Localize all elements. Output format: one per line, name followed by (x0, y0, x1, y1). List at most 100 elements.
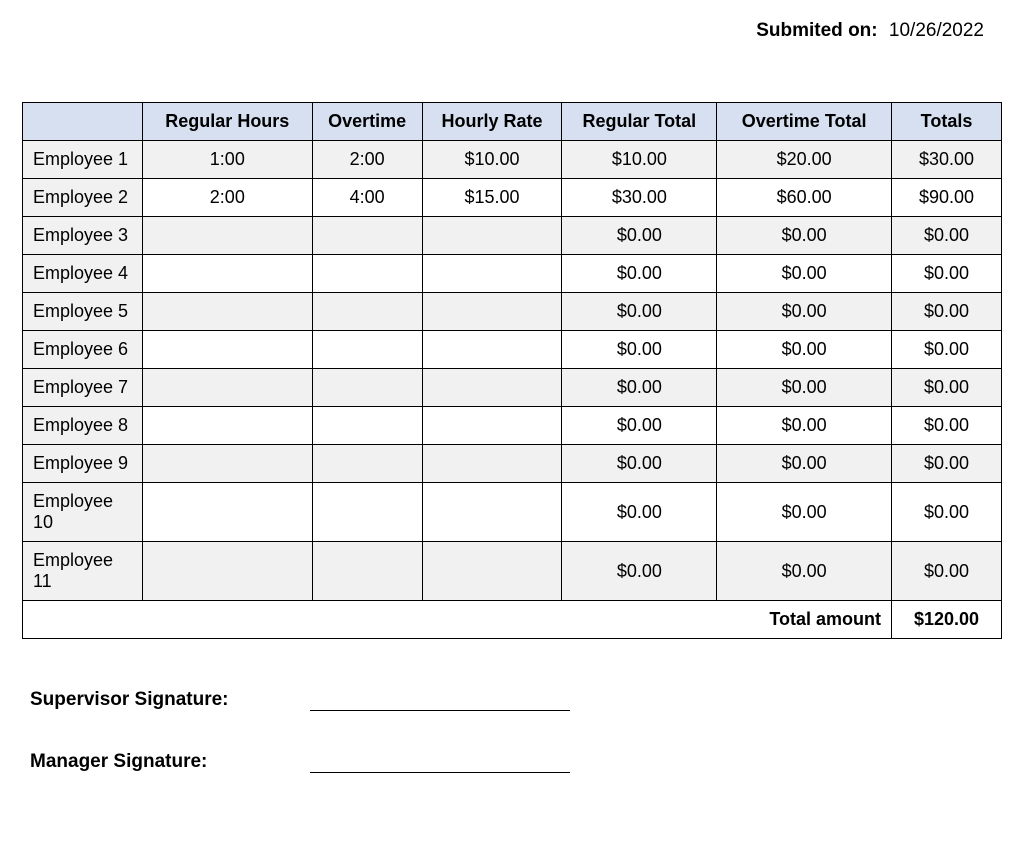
cell-overtime-total: $0.00 (717, 369, 892, 407)
cell-overtime-total: $0.00 (717, 445, 892, 483)
employee-name: Employee 6 (23, 331, 143, 369)
cell-overtime-total: $0.00 (717, 331, 892, 369)
cell-hourly-rate (422, 255, 562, 293)
cell-regular-hours (142, 542, 312, 601)
supervisor-signature-label: Supervisor Signature: (30, 689, 310, 711)
table-row: Employee 3$0.00$0.00$0.00 (23, 217, 1002, 255)
cell-regular-hours (142, 483, 312, 542)
employee-name: Employee 9 (23, 445, 143, 483)
header-totals: Totals (892, 103, 1002, 141)
manager-signature-row: Manager Signature: (30, 751, 1004, 773)
cell-regular-total: $0.00 (562, 407, 717, 445)
cell-regular-total: $0.00 (562, 255, 717, 293)
cell-hourly-rate (422, 542, 562, 601)
cell-regular-total: $0.00 (562, 217, 717, 255)
cell-overtime (312, 369, 422, 407)
table-row: Employee 6$0.00$0.00$0.00 (23, 331, 1002, 369)
cell-regular-total: $0.00 (562, 331, 717, 369)
cell-overtime (312, 445, 422, 483)
total-amount-row: Total amount $120.00 (23, 601, 1002, 639)
cell-overtime-total: $0.00 (717, 217, 892, 255)
employee-name: Employee 8 (23, 407, 143, 445)
supervisor-signature-row: Supervisor Signature: (30, 689, 1004, 711)
cell-total: $0.00 (892, 407, 1002, 445)
cell-overtime-total: $0.00 (717, 293, 892, 331)
cell-overtime-total: $60.00 (717, 179, 892, 217)
table-row: Employee 10$0.00$0.00$0.00 (23, 483, 1002, 542)
cell-regular-hours (142, 445, 312, 483)
cell-regular-hours (142, 407, 312, 445)
table-row: Employee 7$0.00$0.00$0.00 (23, 369, 1002, 407)
table-header-row: Regular Hours Overtime Hourly Rate Regul… (23, 103, 1002, 141)
submitted-date: 10/26/2022 (889, 20, 984, 41)
cell-total: $0.00 (892, 542, 1002, 601)
cell-overtime (312, 407, 422, 445)
header-regular-total: Regular Total (562, 103, 717, 141)
cell-overtime-total: $0.00 (717, 407, 892, 445)
header-overtime: Overtime (312, 103, 422, 141)
cell-regular-hours: 1:00 (142, 141, 312, 179)
cell-overtime-total: $0.00 (717, 255, 892, 293)
supervisor-signature-line (310, 691, 570, 711)
employee-name: Employee 5 (23, 293, 143, 331)
cell-overtime: 4:00 (312, 179, 422, 217)
header-regular-hours: Regular Hours (142, 103, 312, 141)
cell-total: $30.00 (892, 141, 1002, 179)
header-hourly-rate: Hourly Rate (422, 103, 562, 141)
cell-regular-hours: 2:00 (142, 179, 312, 217)
cell-regular-hours (142, 255, 312, 293)
cell-regular-total: $0.00 (562, 293, 717, 331)
cell-hourly-rate (422, 369, 562, 407)
table-row: Employee 9$0.00$0.00$0.00 (23, 445, 1002, 483)
employee-name: Employee 3 (23, 217, 143, 255)
cell-regular-total: $10.00 (562, 141, 717, 179)
employee-name: Employee 2 (23, 179, 143, 217)
cell-overtime-total: $0.00 (717, 542, 892, 601)
cell-hourly-rate (422, 445, 562, 483)
signature-section: Supervisor Signature: Manager Signature: (20, 689, 1004, 773)
cell-overtime (312, 217, 422, 255)
cell-hourly-rate (422, 483, 562, 542)
cell-regular-total: $0.00 (562, 369, 717, 407)
total-amount-label: Total amount (23, 601, 892, 639)
cell-total: $0.00 (892, 369, 1002, 407)
table-row: Employee 4$0.00$0.00$0.00 (23, 255, 1002, 293)
cell-hourly-rate (422, 293, 562, 331)
cell-total: $0.00 (892, 293, 1002, 331)
cell-hourly-rate: $15.00 (422, 179, 562, 217)
cell-regular-hours (142, 217, 312, 255)
total-amount-value: $120.00 (892, 601, 1002, 639)
cell-total: $0.00 (892, 483, 1002, 542)
manager-signature-line (310, 753, 570, 773)
cell-total: $0.00 (892, 331, 1002, 369)
cell-overtime (312, 483, 422, 542)
header-blank (23, 103, 143, 141)
cell-overtime-total: $0.00 (717, 483, 892, 542)
cell-hourly-rate (422, 407, 562, 445)
header-overtime-total: Overtime Total (717, 103, 892, 141)
employee-name: Employee 11 (23, 542, 143, 601)
employee-name: Employee 7 (23, 369, 143, 407)
manager-signature-label: Manager Signature: (30, 751, 310, 773)
cell-hourly-rate: $10.00 (422, 141, 562, 179)
table-row: Employee 11$0.00$0.00$0.00 (23, 542, 1002, 601)
table-row: Employee 8$0.00$0.00$0.00 (23, 407, 1002, 445)
table-row: Employee 11:002:00$10.00$10.00$20.00$30.… (23, 141, 1002, 179)
cell-regular-total: $30.00 (562, 179, 717, 217)
cell-overtime (312, 293, 422, 331)
cell-regular-total: $0.00 (562, 445, 717, 483)
cell-overtime (312, 331, 422, 369)
cell-regular-total: $0.00 (562, 483, 717, 542)
submitted-label: Submited on: (756, 20, 877, 41)
employee-name: Employee 4 (23, 255, 143, 293)
cell-hourly-rate (422, 217, 562, 255)
cell-total: $90.00 (892, 179, 1002, 217)
employee-name: Employee 10 (23, 483, 143, 542)
cell-overtime-total: $20.00 (717, 141, 892, 179)
submitted-on-line: Submited on: 10/26/2022 (20, 20, 1004, 42)
table-row: Employee 5$0.00$0.00$0.00 (23, 293, 1002, 331)
cell-overtime (312, 255, 422, 293)
cell-total: $0.00 (892, 255, 1002, 293)
cell-regular-hours (142, 369, 312, 407)
cell-hourly-rate (422, 331, 562, 369)
